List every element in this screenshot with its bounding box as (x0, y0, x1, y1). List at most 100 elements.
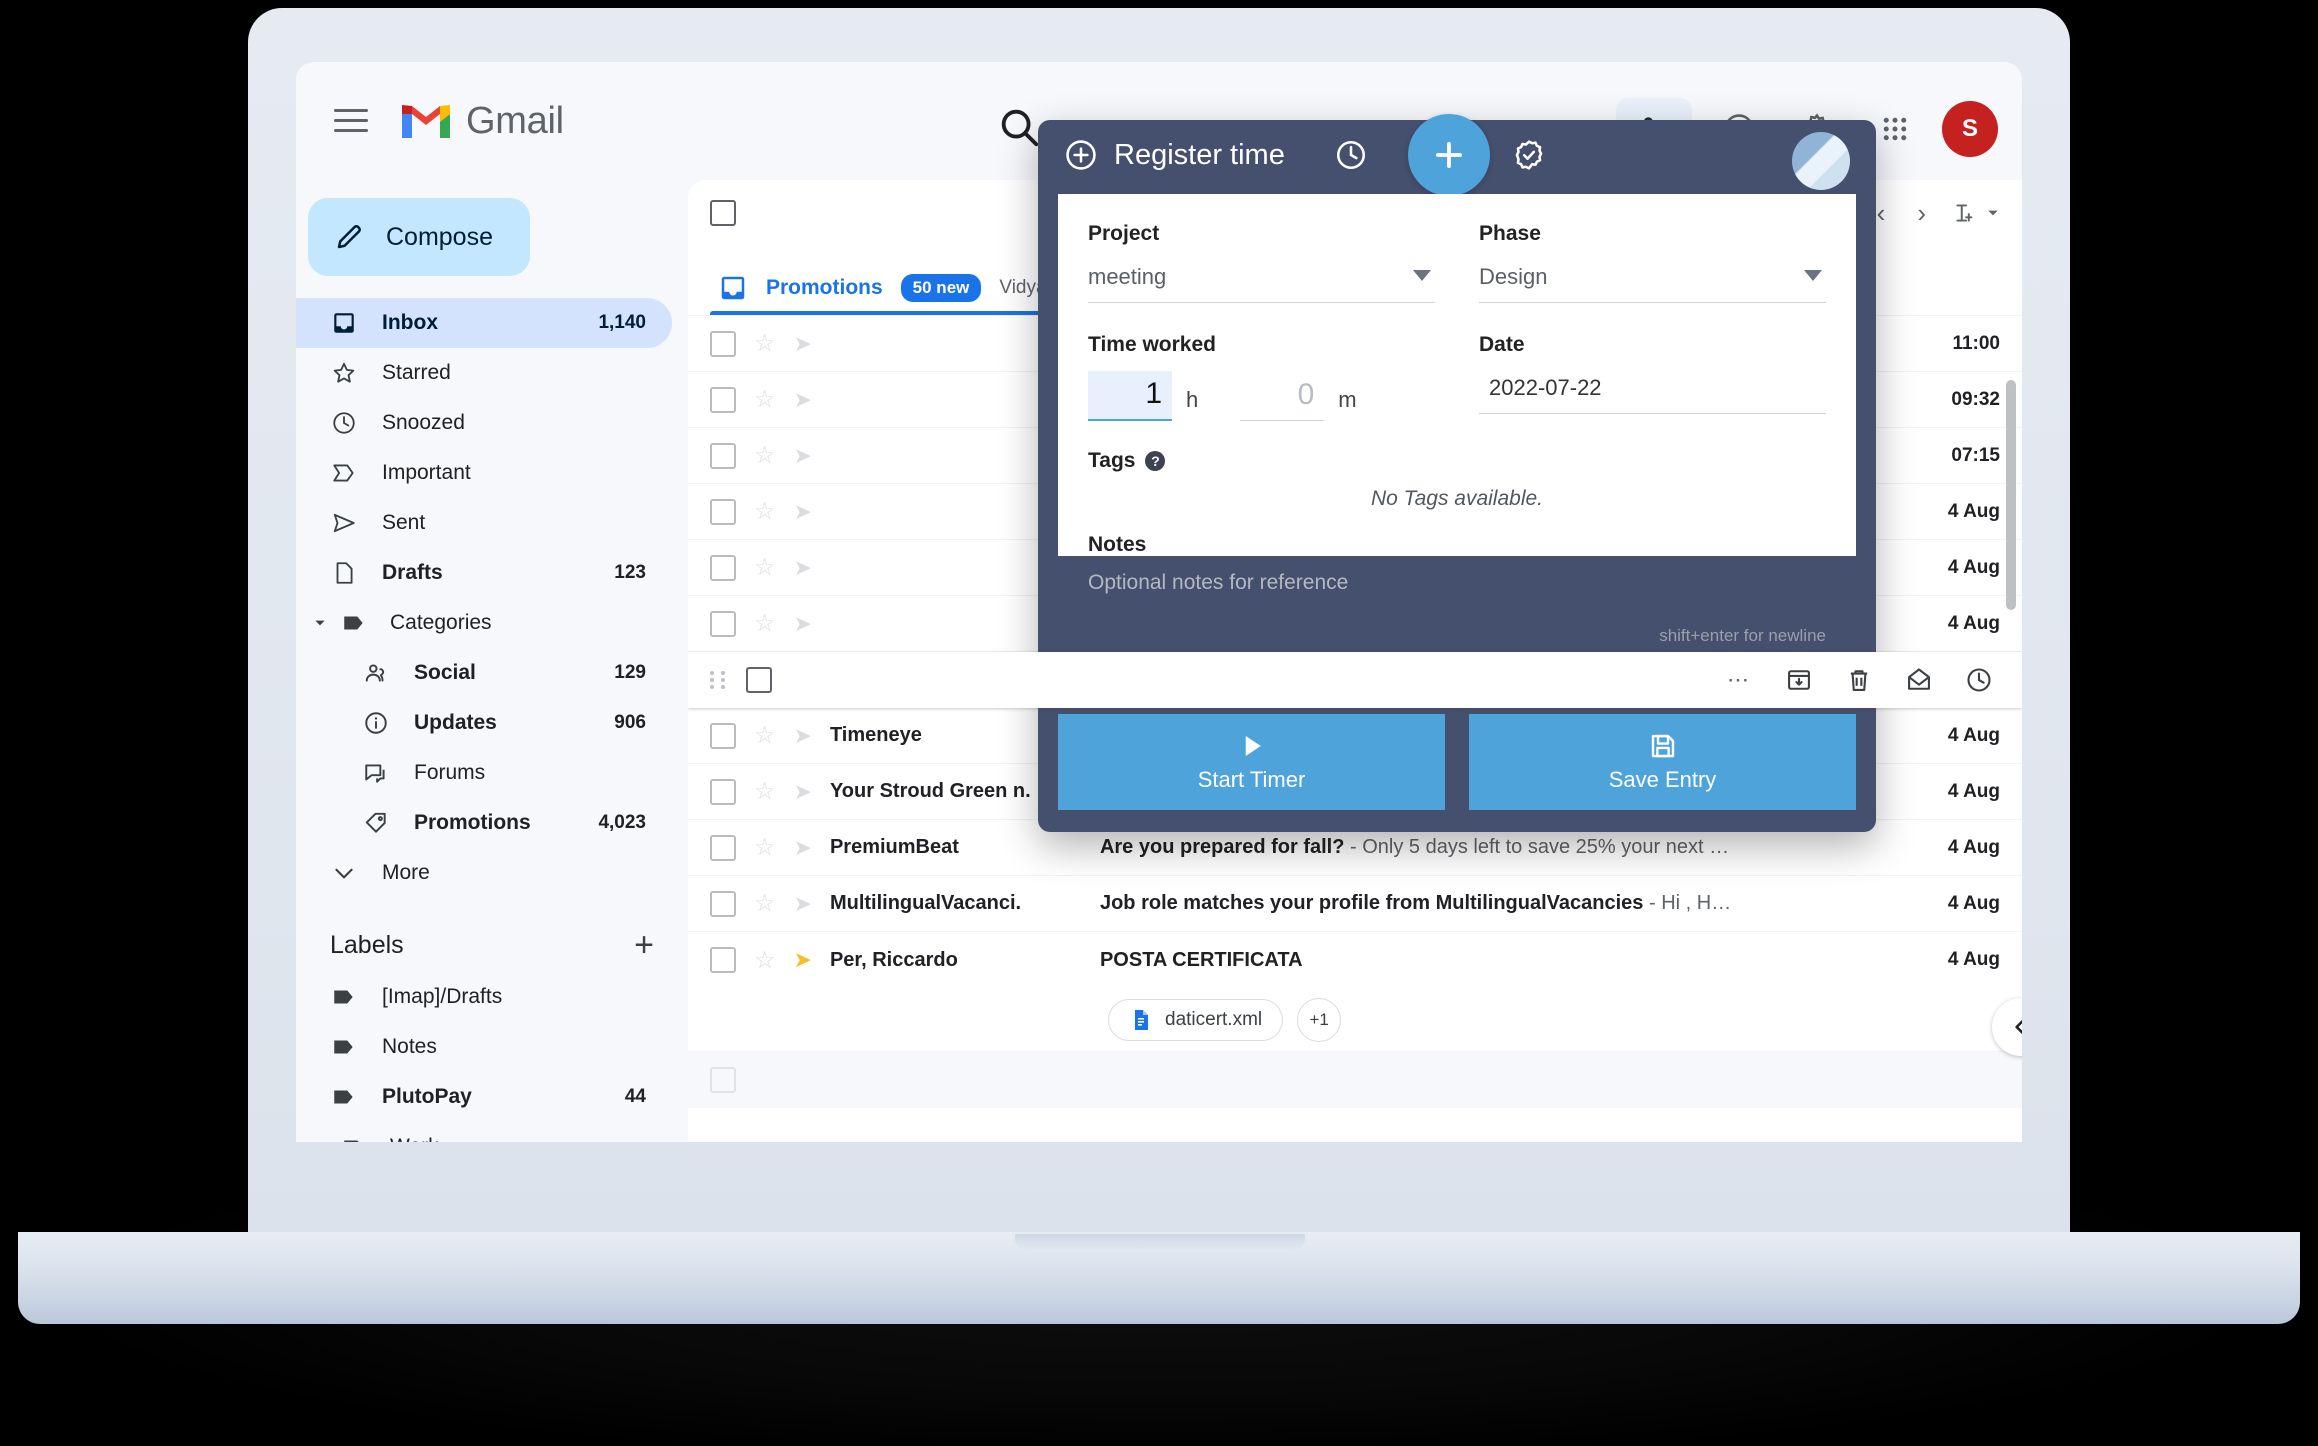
star-icon[interactable]: ☆ (754, 497, 776, 526)
star-icon[interactable]: ☆ (754, 946, 776, 975)
labels-title: Labels (330, 930, 404, 959)
row-checkbox[interactable] (710, 947, 736, 973)
more-options-icon[interactable]: ⋯ (1722, 663, 1756, 697)
minutes-input[interactable]: 0 (1240, 372, 1325, 421)
mark-unread-icon[interactable] (1902, 663, 1936, 697)
row-date: 4 Aug (1947, 836, 2000, 858)
sidebar-item-social[interactable]: Social 129 (296, 648, 672, 698)
table-row[interactable]: ☆ ➤ MultilingualVacanci. Job role matche… (688, 876, 2022, 932)
save-entry-label: Save Entry (1608, 767, 1717, 792)
important-icon[interactable]: ➤ (794, 891, 812, 917)
compose-button[interactable]: Compose (308, 198, 530, 276)
notes-textarea[interactable]: Optional notes for reference shift+enter… (1088, 567, 1826, 653)
search-icon[interactable] (996, 104, 1042, 150)
star-icon[interactable]: ☆ (754, 833, 776, 862)
row-sender: PremiumBeat (829, 836, 959, 858)
hours-input[interactable]: 1 (1088, 371, 1172, 421)
star-icon[interactable]: ☆ (754, 385, 776, 414)
start-timer-button[interactable]: Start Timer (1058, 714, 1445, 810)
delete-icon[interactable] (1842, 663, 1876, 697)
row-checkbox[interactable] (710, 890, 736, 917)
sidebar-item-inbox[interactable]: Inbox 1,140 (296, 298, 672, 348)
select-all-checkbox[interactable] (710, 200, 736, 226)
labels-header: Labels + (296, 898, 688, 972)
main-menu-icon[interactable] (332, 102, 370, 140)
attachment-chip[interactable]: daticert.xml (1108, 998, 1284, 1041)
star-icon[interactable]: ☆ (754, 553, 776, 582)
forum-icon (362, 759, 390, 787)
table-row[interactable] (688, 1052, 2022, 1108)
mail-list-scrollbar[interactable] (2006, 380, 2016, 610)
help-question-icon[interactable]: ? (1145, 451, 1166, 471)
tasks-badge-check-icon[interactable] (1509, 135, 1549, 175)
snooze-clock-icon[interactable] (1962, 663, 1996, 697)
sidebar-item-plutopay[interactable]: PlutoPay 44 (296, 1072, 672, 1122)
user-avatar[interactable] (1792, 132, 1850, 190)
input-tools-icon[interactable] (1952, 200, 2000, 226)
important-icon[interactable]: ➤ (794, 947, 812, 973)
sidebar-item-snoozed[interactable]: Snoozed (296, 398, 672, 448)
time-worked-label: Time worked (1088, 333, 1216, 356)
sidebar-item-drafts[interactable]: Drafts 123 (296, 548, 672, 598)
sidebar-item-notes[interactable]: Notes (296, 1022, 672, 1072)
row-checkbox[interactable] (710, 610, 736, 637)
sidebar-item-imap-drafts[interactable]: [Imap]/Drafts (296, 972, 672, 1022)
phase-select[interactable]: Design (1479, 260, 1826, 303)
important-icon[interactable]: ➤ (794, 779, 812, 805)
sidebar-item-sent[interactable]: Sent (296, 498, 672, 548)
star-icon[interactable]: ☆ (754, 889, 776, 918)
important-icon[interactable]: ➤ (794, 443, 812, 469)
important-icon[interactable]: ➤ (794, 331, 812, 357)
row-checkbox[interactable] (710, 498, 736, 525)
modal-title-group: Register time (1064, 138, 1285, 172)
star-icon[interactable]: ☆ (754, 721, 776, 750)
sidebar-item-forums[interactable]: Forums (296, 748, 672, 798)
important-icon[interactable]: ➤ (794, 723, 812, 749)
star-icon[interactable]: ☆ (754, 329, 776, 358)
sidebar-item-important[interactable]: Important (296, 448, 672, 498)
table-row-hovered[interactable]: ⋯ (688, 652, 2022, 708)
add-entry-fab-button[interactable] (1408, 114, 1490, 196)
row-checkbox[interactable] (710, 834, 736, 861)
important-icon[interactable]: ➤ (794, 611, 812, 637)
sidebar-item-categories[interactable]: Categories (296, 598, 672, 648)
important-icon[interactable]: ➤ (794, 555, 812, 581)
star-icon[interactable]: ☆ (754, 441, 776, 470)
label-list: [Imap]/Drafts Notes PlutoPay 44 (296, 972, 688, 1142)
sidebar-item-promotions[interactable]: Promotions 4,023 (296, 798, 672, 848)
row-checkbox[interactable] (710, 554, 736, 581)
sidebar-item-updates[interactable]: Updates 906 (296, 698, 672, 748)
plus-circle-icon (1064, 138, 1098, 172)
sidebar-label: Snoozed (382, 411, 465, 434)
sidebar-item-more[interactable]: More (296, 848, 672, 898)
important-icon[interactable]: ➤ (794, 835, 812, 861)
sidebar-item-starred[interactable]: Starred (296, 348, 672, 398)
add-label-icon[interactable]: + (634, 928, 654, 962)
attachment-more-count[interactable]: +1 (1297, 997, 1342, 1042)
project-select[interactable]: meeting (1088, 260, 1435, 303)
row-date: 4 Aug (1947, 949, 2000, 970)
important-icon[interactable]: ➤ (794, 387, 812, 413)
row-checkbox[interactable] (710, 442, 736, 469)
row-date: 4 Aug (1947, 892, 2000, 914)
row-checkbox[interactable] (710, 722, 736, 749)
archive-icon[interactable] (1782, 663, 1816, 697)
next-page-icon[interactable]: › (1911, 198, 1932, 229)
laptop-base-notch (1015, 1234, 1305, 1252)
star-icon[interactable]: ☆ (754, 609, 776, 638)
row-checkbox[interactable] (710, 1067, 736, 1093)
row-checkbox[interactable] (710, 386, 736, 413)
row-checkbox[interactable] (710, 330, 736, 357)
star-icon[interactable]: ☆ (754, 777, 776, 806)
row-checkbox[interactable] (746, 666, 772, 693)
drag-handle-icon[interactable] (710, 667, 728, 693)
history-clock-icon[interactable] (1331, 135, 1371, 175)
date-input[interactable]: 2022-07-22 (1479, 371, 1826, 414)
important-icon[interactable]: ➤ (794, 499, 812, 525)
save-entry-button[interactable]: Save Entry (1469, 714, 1856, 810)
sidebar-label: [Imap]/Drafts (382, 985, 503, 1008)
table-row[interactable]: ☆ ➤ Per, Riccardo POSTA CERTIFICATA 4 Au… (688, 932, 2022, 988)
sidebar-item-work[interactable]: Work (296, 1122, 672, 1142)
row-checkbox[interactable] (710, 778, 736, 805)
account-avatar[interactable]: S (1942, 101, 1998, 157)
